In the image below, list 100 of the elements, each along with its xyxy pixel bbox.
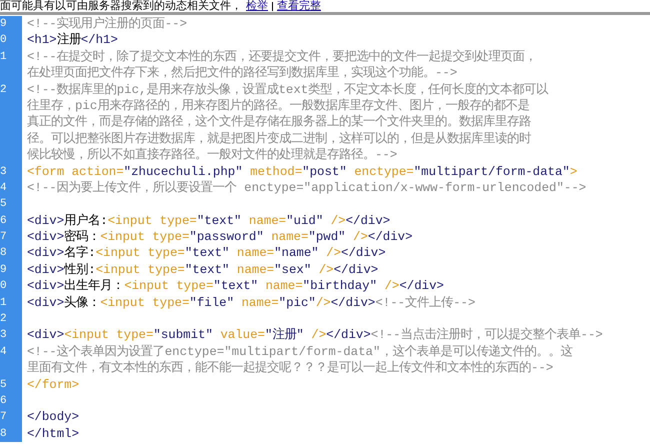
code-token: </div> bbox=[399, 279, 444, 294]
code-token: "name" bbox=[274, 246, 319, 260]
code-token: <div> bbox=[27, 246, 64, 260]
code-token: <!--这个表单因为设置了enctype="multipart/form-data"，这个表单是可以传递文件的。。这 bbox=[27, 344, 572, 359]
code-token: "pwd" bbox=[308, 230, 346, 244]
line-number: 8 bbox=[0, 428, 7, 440]
code-token: name= bbox=[270, 230, 308, 244]
code-token: /> bbox=[325, 246, 342, 260]
code-token: </body> bbox=[27, 410, 80, 424]
code-token: <!--因为要上传文件，所以要设置一个 enctype="application/x-www-form-urlencoded"--> bbox=[27, 180, 586, 195]
code-token: <form action= bbox=[27, 164, 124, 179]
code-token: 注册 bbox=[56, 33, 81, 48]
code-token: <input type= bbox=[96, 262, 185, 277]
code-token: </div> bbox=[330, 296, 376, 310]
code-token: 在处理页面把文件存下来，然后把文件的路径写到数据库里，实现这个功能。--> bbox=[27, 66, 458, 80]
line-number: 7 bbox=[0, 231, 7, 244]
code-token: /> bbox=[330, 214, 346, 228]
code-token: <h1> bbox=[27, 33, 57, 48]
code-token: name= bbox=[264, 279, 303, 294]
code-token: "注册" bbox=[264, 328, 304, 342]
code-token: <div> bbox=[27, 279, 64, 294]
code-token: <input type= bbox=[124, 279, 214, 294]
code-token: "text" bbox=[196, 214, 242, 228]
code-token: 出生年月： bbox=[64, 279, 124, 294]
notice-text: 面可能具有以可由服务器搜索到的动态相关文件， bbox=[0, 0, 242, 12]
line-number: 4 bbox=[0, 346, 7, 358]
line-number: 2 bbox=[0, 84, 7, 96]
notice-link[interactable]: 查看完整 bbox=[277, 0, 321, 12]
code-token: 里面有文件，有文本性的东西，能不能一起提交呢？？？是可以一起上传文件和文本性的东西的--> bbox=[27, 361, 554, 376]
code-token: <input type= bbox=[108, 214, 197, 228]
code-token: </div> bbox=[341, 246, 386, 260]
code-token: </h1> bbox=[80, 33, 118, 48]
line-number: 1 bbox=[0, 50, 7, 63]
code-token: 头像： bbox=[64, 296, 100, 310]
code-token: </div> bbox=[334, 262, 378, 277]
code-token: name= bbox=[236, 246, 274, 260]
code-token: "uid" bbox=[286, 214, 324, 228]
code-token: </div> bbox=[368, 230, 413, 244]
code-token: > bbox=[570, 164, 578, 179]
code-token: 真正的文件，而是存储的路径，这个文件是存储在服务器上的某一个文件夹里的。数据库里存路 bbox=[27, 115, 531, 130]
code-token: <input type= bbox=[100, 296, 190, 310]
line-number: 8 bbox=[0, 247, 7, 260]
code-token: "text" bbox=[184, 246, 230, 260]
code-token: 密码： bbox=[64, 230, 100, 244]
code-token: </form> bbox=[27, 378, 80, 392]
code-token: <!--在提交时，除了提交文本性的东西，还要提交文件，要把选中的文件一起提交到处理页面， bbox=[27, 50, 537, 64]
code-token: enctype= bbox=[353, 164, 414, 179]
code-token: 性别: bbox=[64, 262, 96, 277]
code-token: /> bbox=[352, 230, 368, 244]
code-token: <div> bbox=[27, 262, 64, 277]
line-number: 2 bbox=[0, 313, 7, 326]
code-token: </div> bbox=[346, 214, 390, 228]
code-token: name= bbox=[240, 296, 279, 310]
code-token: </html> bbox=[27, 426, 80, 441]
code-token: "submit" bbox=[153, 328, 213, 342]
code-token: "post" bbox=[302, 164, 347, 179]
line-number: 7 bbox=[0, 411, 7, 424]
code-token: name= bbox=[236, 262, 274, 277]
code-token: "text" bbox=[184, 262, 230, 277]
code-token: 名字: bbox=[64, 246, 96, 260]
line-number: 5 bbox=[0, 198, 7, 210]
code-token: /> bbox=[316, 296, 331, 310]
code-token: "pic" bbox=[278, 296, 316, 310]
line-number: 5 bbox=[0, 378, 7, 391]
code-token: "multipart/form-data" bbox=[414, 164, 570, 179]
code-token: method= bbox=[249, 164, 302, 179]
line-number: 6 bbox=[0, 214, 7, 227]
line-number: 9 bbox=[0, 18, 7, 30]
line-number: 0 bbox=[0, 34, 7, 46]
code-token: /> bbox=[310, 328, 326, 342]
code-token: <!--数据库里的pic,是用来存放头像，设置成text类型，不定文本长度，任何长度的文本都可以 bbox=[27, 82, 548, 97]
code-token: "password" bbox=[189, 230, 264, 244]
code-token: <!--实现用户注册的页面--> bbox=[27, 17, 188, 31]
code-token: <!--文件上传--> bbox=[375, 296, 476, 310]
code-token: name= bbox=[248, 214, 286, 228]
code-token: "text" bbox=[213, 279, 258, 294]
line-number: 9 bbox=[0, 264, 7, 276]
code-token: 径。可以把整张图片存进数据库，就是把图片变成二进制，这样可以的，但是从数据库里读的时 bbox=[27, 132, 531, 146]
line-number: 6 bbox=[0, 394, 7, 407]
code-token: <div> bbox=[27, 328, 64, 342]
code-token: <input type= bbox=[96, 246, 185, 260]
code-token: <input type= bbox=[100, 230, 190, 244]
code-token: <div> bbox=[27, 214, 64, 228]
line-number: 1 bbox=[0, 296, 7, 309]
line-number: 3 bbox=[0, 166, 7, 178]
code-token: </div> bbox=[326, 328, 371, 342]
code-token: /> bbox=[383, 279, 400, 294]
code-token: 往里存，pic用来存路径的，用来存图片的路径。一般数据库里存文件、图片，一般存的都不是 bbox=[27, 98, 530, 113]
code-token: value= bbox=[219, 328, 265, 342]
code-token: <div> bbox=[27, 296, 64, 310]
code-token: "zhucechuli.php" bbox=[124, 164, 243, 179]
code-token: <input type= bbox=[64, 328, 154, 342]
code-token: "sex" bbox=[274, 262, 312, 277]
line-number: 3 bbox=[0, 329, 7, 342]
code-token: /> bbox=[318, 262, 334, 277]
notice-link[interactable]: 检举 bbox=[246, 0, 268, 12]
code-token: "file" bbox=[189, 296, 234, 310]
code-token: 候比较慢，所以不如直接存路径。一般对文件的处理就是存路径。--> bbox=[27, 148, 398, 162]
code-token: <!--当点击注册时，可以提交整个表单--> bbox=[370, 328, 603, 342]
code-token: 用户名: bbox=[64, 214, 108, 228]
